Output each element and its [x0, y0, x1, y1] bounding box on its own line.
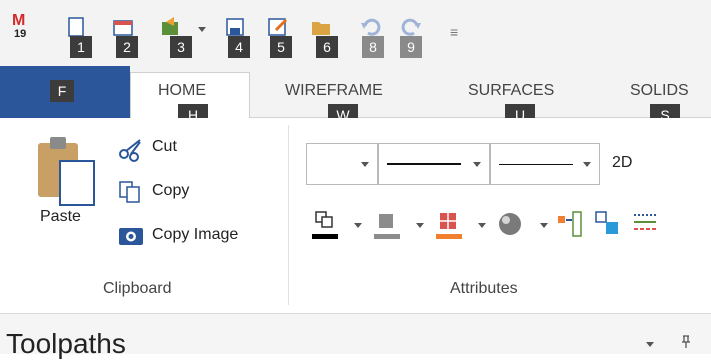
- set-all-attributes-icon[interactable]: [556, 210, 584, 238]
- chevron-down-icon: [361, 162, 369, 167]
- chevron-down-icon[interactable]: [354, 223, 362, 228]
- svg-text:M: M: [12, 12, 25, 29]
- tab-file[interactable]: F: [0, 66, 130, 118]
- folder-icon[interactable]: [310, 16, 332, 38]
- point-style-dropdown[interactable]: [306, 143, 378, 185]
- chevron-down-icon: [473, 162, 481, 167]
- keytip-8: 8: [362, 36, 384, 58]
- chevron-down-icon: [583, 162, 591, 167]
- keytip-2: 2: [116, 36, 138, 58]
- new-file-icon[interactable]: [66, 16, 88, 38]
- clipboard-group-label: Clipboard: [103, 280, 172, 297]
- cut-button[interactable]: Cut: [152, 138, 177, 156]
- keytip-4: 4: [228, 36, 250, 58]
- chevron-down-icon[interactable]: [540, 223, 548, 228]
- tab-home-label: HOME: [158, 82, 206, 99]
- chevron-down-icon[interactable]: [416, 223, 424, 228]
- customize-qat-icon[interactable]: ≡: [450, 24, 458, 40]
- chevron-down-icon[interactable]: [478, 223, 486, 228]
- panel-menu-chevron-icon[interactable]: [646, 342, 654, 347]
- copy-button[interactable]: Copy: [152, 182, 189, 200]
- toolpaths-title: Toolpaths: [6, 328, 126, 359]
- open-file-icon[interactable]: [112, 16, 134, 38]
- mode-2d-toggle[interactable]: 2D: [612, 154, 632, 172]
- line-width-sample: [499, 164, 573, 165]
- app-logo-icon: M 19: [12, 12, 26, 40]
- keytip-9: 9: [400, 36, 422, 58]
- scissors-icon: [119, 139, 141, 162]
- paste-button[interactable]: Paste: [40, 208, 81, 226]
- save-icon[interactable]: [224, 16, 246, 38]
- keytip-5: 5: [270, 36, 292, 58]
- keytip-1: 1: [70, 36, 92, 58]
- keytip-f: F: [50, 80, 74, 102]
- paste-icon[interactable]: [36, 133, 98, 209]
- tab-surfaces[interactable]: SURFACES: [468, 82, 554, 100]
- line-attributes-icon[interactable]: [632, 210, 658, 238]
- wireframe-color-icon[interactable]: [310, 210, 340, 240]
- pin-icon[interactable]: [680, 334, 692, 350]
- solid-color-icon[interactable]: [372, 210, 402, 240]
- qat-dropdown-arrow-icon[interactable]: [198, 27, 206, 32]
- copy-icon: [119, 181, 140, 203]
- solid-line-sample: [387, 163, 461, 165]
- save-as-icon[interactable]: [266, 16, 288, 38]
- redo-icon[interactable]: [400, 16, 422, 38]
- reset-attributes-icon[interactable]: [594, 210, 622, 238]
- surface-color-icon[interactable]: [434, 210, 464, 240]
- undo-icon[interactable]: [360, 16, 382, 38]
- line-width-dropdown[interactable]: [490, 143, 600, 185]
- keytip-6: 6: [316, 36, 338, 58]
- tab-solids[interactable]: SOLIDS: [630, 82, 689, 100]
- material-sphere-icon[interactable]: [496, 210, 526, 240]
- line-style-dropdown[interactable]: [378, 143, 490, 185]
- quick-access-toolbar: M 19 ≡ 1 2 3 4 5 6 8 9: [0, 0, 711, 66]
- tab-wireframe[interactable]: WIREFRAME: [285, 82, 383, 100]
- group-separator: [288, 125, 289, 305]
- svg-text:19: 19: [14, 28, 26, 40]
- merge-icon[interactable]: [160, 16, 182, 38]
- toolpaths-panel: Toolpaths: [0, 314, 711, 359]
- attributes-group-label: Attributes: [450, 280, 518, 297]
- copy-image-button[interactable]: Copy Image: [152, 226, 238, 244]
- keytip-3: 3: [170, 36, 192, 58]
- camera-icon: [119, 228, 143, 245]
